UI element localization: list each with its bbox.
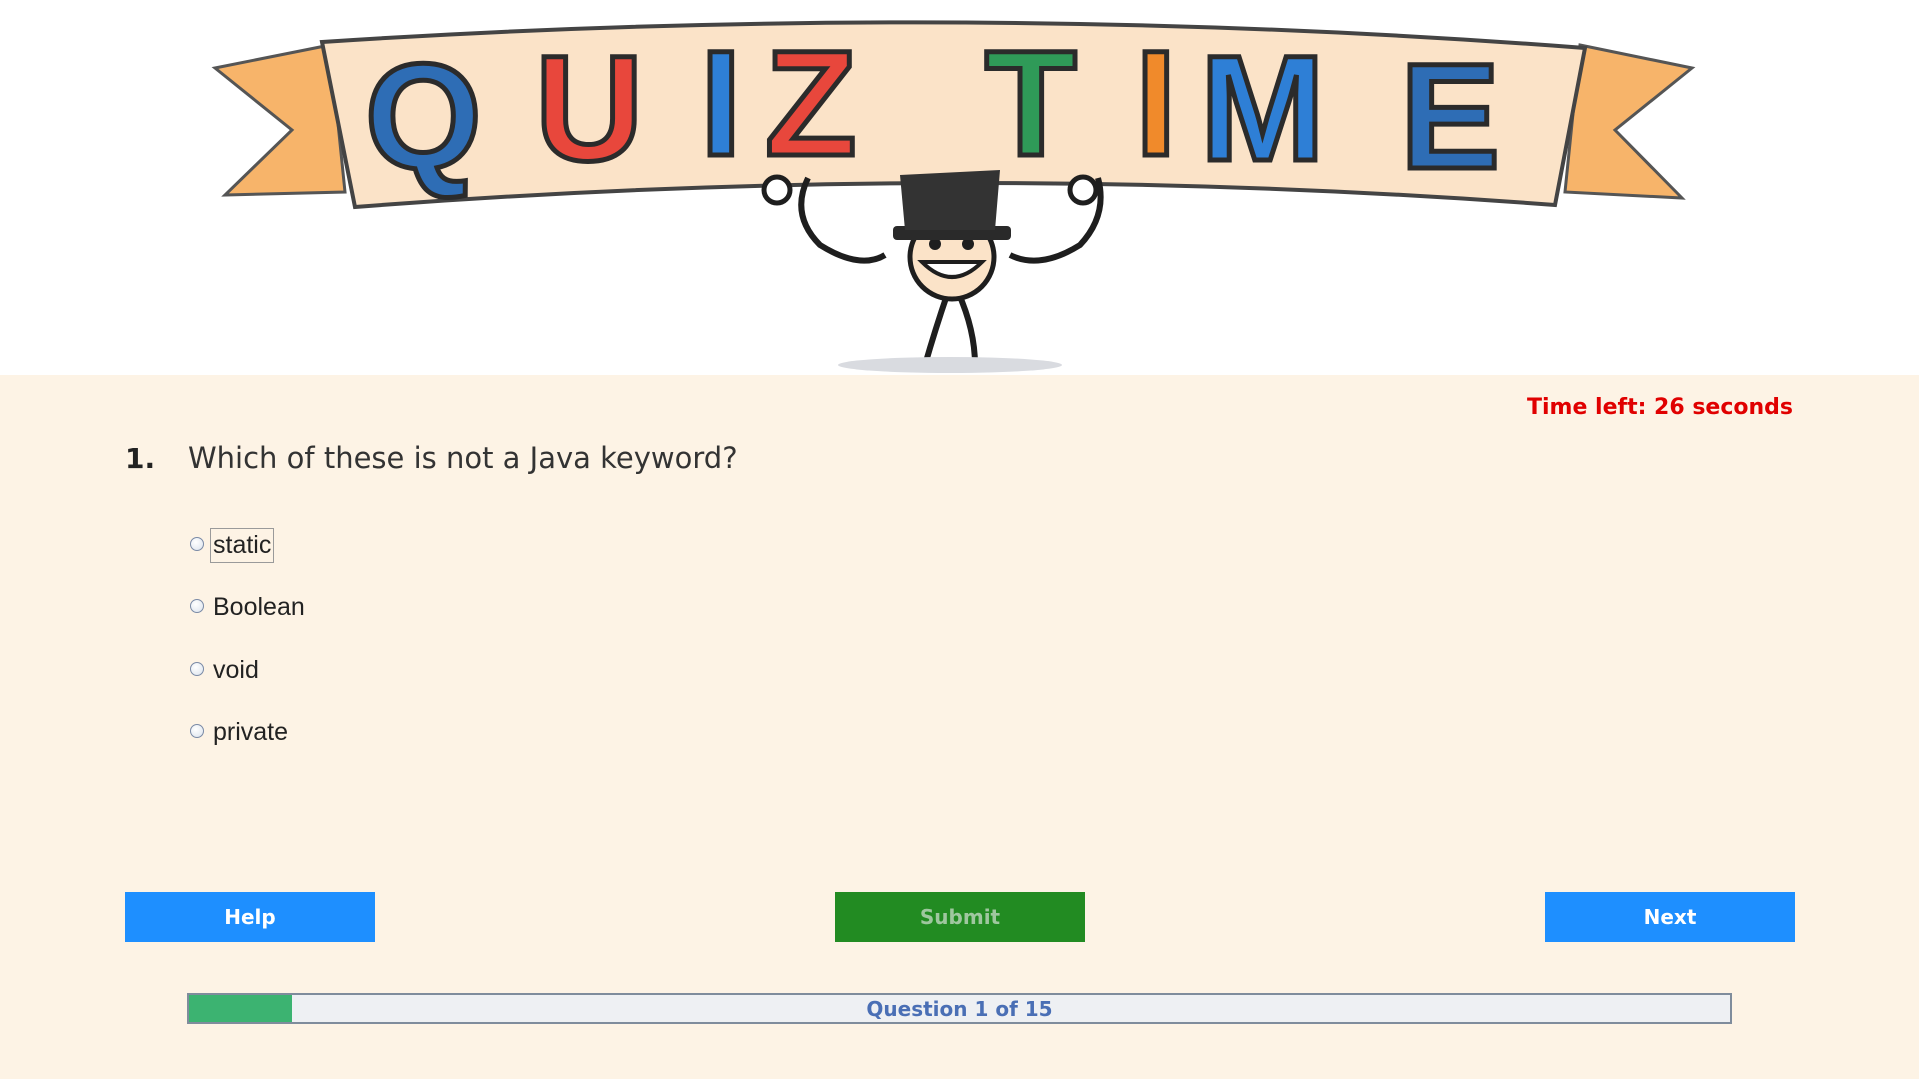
option-label: private — [213, 718, 289, 746]
option-label: void — [213, 656, 259, 684]
quiz-panel: Time left: 26 seconds 1. Which of these … — [0, 375, 1919, 1079]
ribbon-right-tail — [1563, 43, 1696, 200]
answer-option-static[interactable]: static — [190, 528, 275, 563]
radio-button[interactable] — [190, 536, 204, 551]
answer-option-boolean[interactable]: Boolean — [190, 591, 307, 624]
left-hand — [761, 174, 793, 206]
radio-button[interactable] — [190, 723, 204, 738]
question-text: Which of these is not a Java keyword? — [188, 441, 738, 475]
quiz-page: Q U I Z T I M E Time left: 26 seconds 1.… — [0, 0, 1919, 1079]
progress-label: Question 1 of 15 — [866, 996, 1053, 1021]
option-label: Boolean — [213, 593, 305, 621]
help-button[interactable]: Help — [125, 892, 375, 942]
radio-button[interactable] — [190, 598, 204, 613]
option-label: static — [209, 528, 275, 563]
answer-option-void[interactable]: void — [190, 654, 261, 687]
next-button[interactable]: Next — [1545, 892, 1795, 942]
logo-letter-t: T — [985, 19, 1077, 187]
logo-letter-m: M — [1200, 24, 1325, 192]
right-hand — [1067, 174, 1099, 206]
figure-shadow — [838, 357, 1062, 373]
top-hat-crown — [900, 170, 1000, 230]
logo-letter-e: E — [1400, 32, 1500, 200]
question-progress-bar: Question 1 of 15 — [187, 993, 1732, 1024]
answer-option-private[interactable]: private — [190, 716, 290, 749]
quiz-time-banner: Q U I Z T I M E — [0, 0, 1919, 375]
logo-letter-i1: I — [700, 19, 742, 187]
logo-letter-z: Z — [765, 19, 857, 187]
question-number: 1. — [125, 442, 156, 475]
radio-button[interactable] — [190, 661, 204, 676]
quiz-time-logo-image: Q U I Z T I M E — [211, 17, 1696, 373]
submit-button[interactable]: Submit — [835, 892, 1085, 942]
logo-letter-i2: I — [1135, 19, 1177, 187]
time-left-label: Time left: 26 seconds — [1526, 395, 1793, 420]
logo-letter-u: U — [535, 24, 643, 192]
logo-letter-q: Q — [365, 32, 482, 200]
